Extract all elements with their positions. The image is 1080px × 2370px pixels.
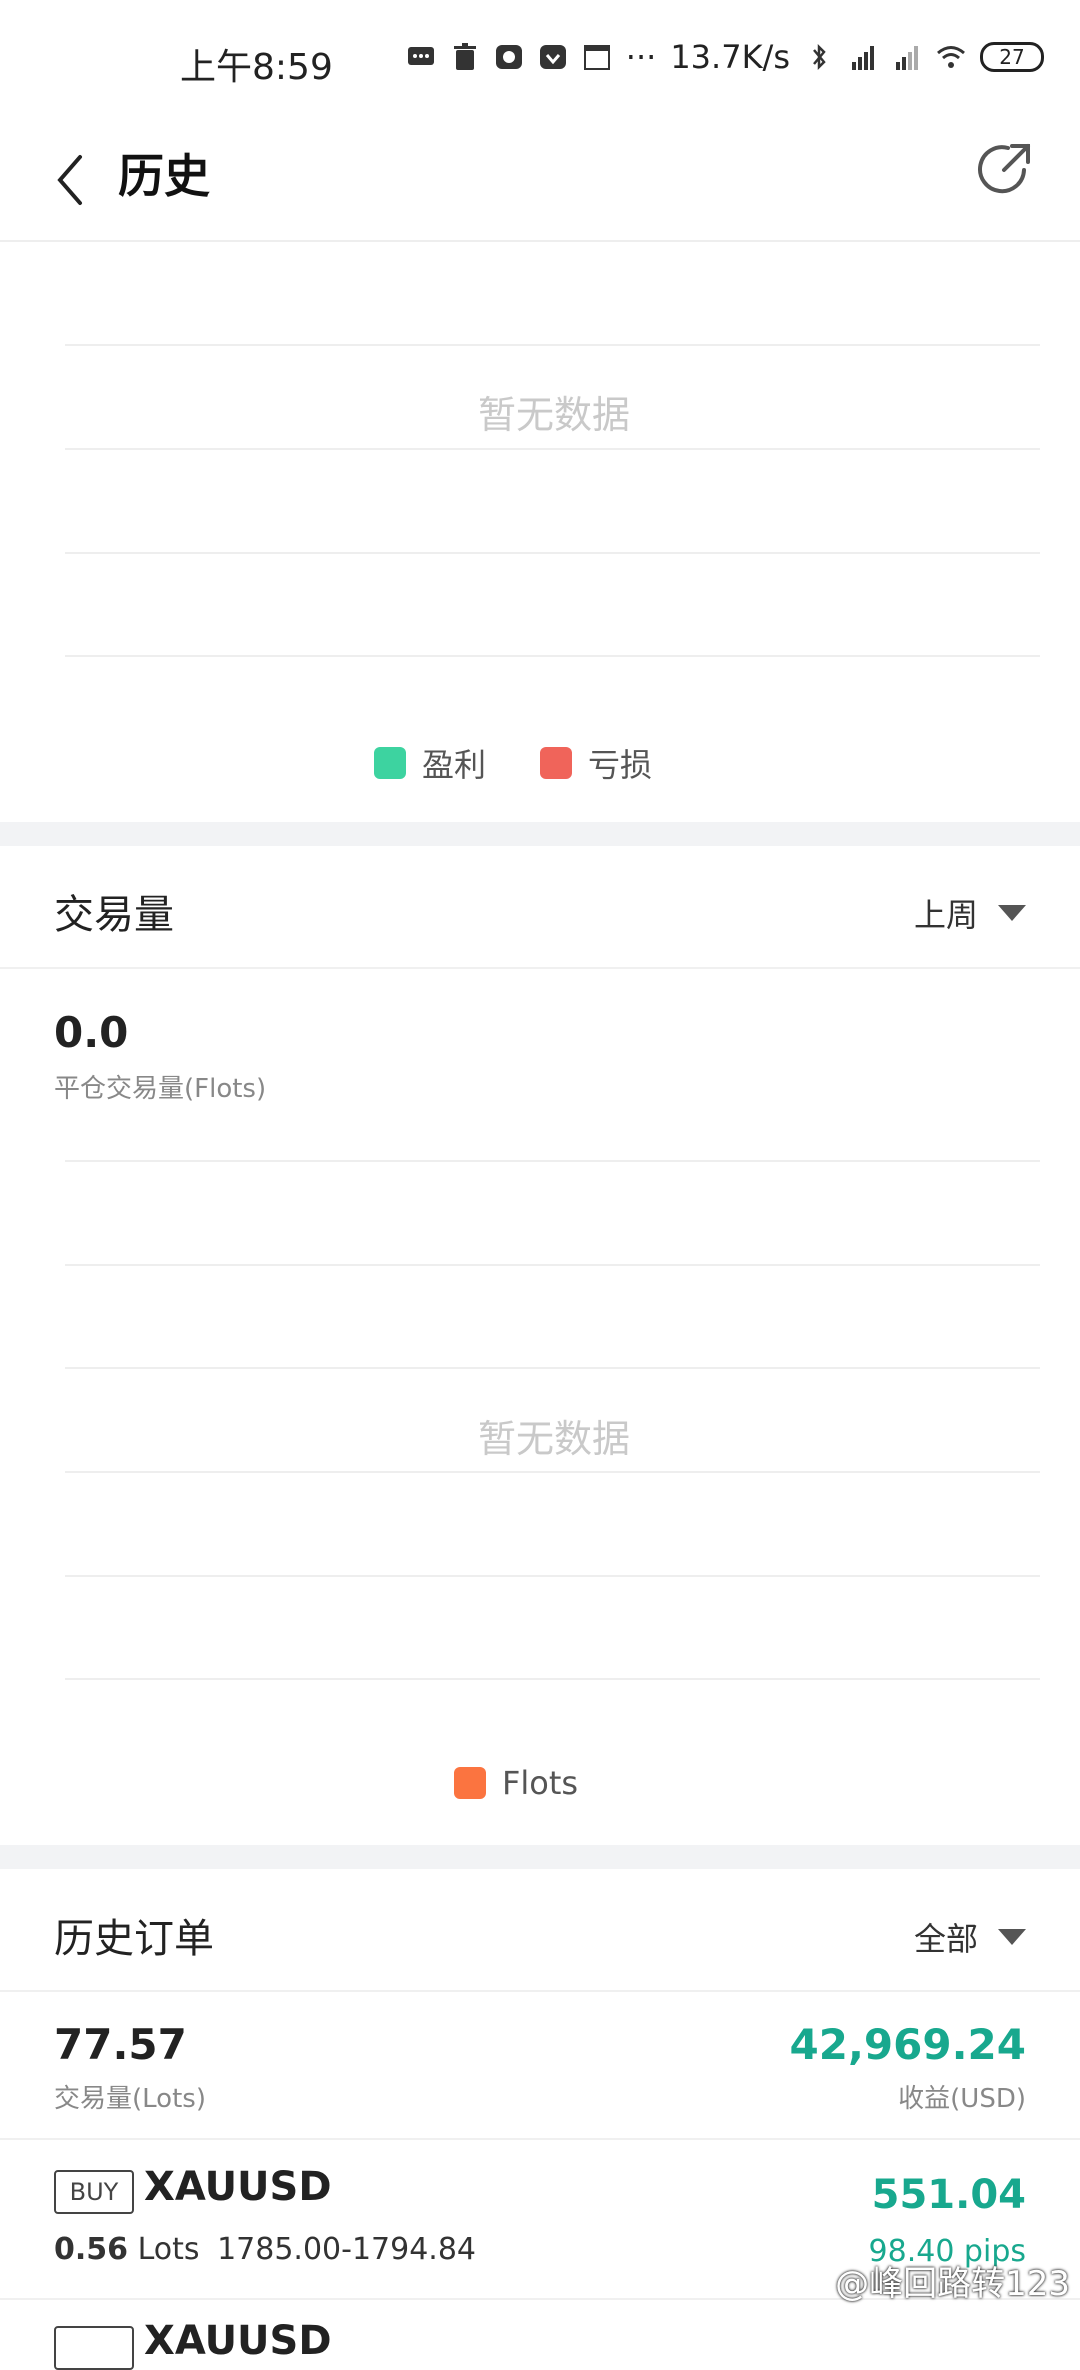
grid-line — [65, 1264, 1040, 1266]
side-badge — [54, 2326, 134, 2370]
legend-swatch — [374, 747, 406, 779]
app-icon — [539, 45, 566, 69]
period-label: 上周 — [913, 896, 978, 934]
trash-icon — [453, 43, 476, 70]
app-header: 历史 — [0, 120, 1080, 242]
grid-line — [65, 1471, 1040, 1473]
watermark: @峰回路转123 — [835, 2264, 1070, 2304]
signal-icon — [896, 46, 918, 70]
legend-label: Flots — [502, 1764, 579, 1802]
grid-line — [65, 1367, 1040, 1369]
total-lots-label: 交易量(Lots) — [54, 2084, 206, 2114]
legend-item-loss: 亏损 — [540, 740, 652, 786]
volume-title: 交易量 — [54, 892, 174, 938]
legend-item-profit: 盈利 — [374, 740, 486, 786]
more-indicator: ··· — [625, 38, 657, 76]
bluetooth-icon — [813, 43, 826, 71]
filter-label: 全部 — [913, 1920, 978, 1958]
page-title: 历史 — [118, 149, 210, 203]
order-filter-dropdown[interactable]: 全部 — [914, 1914, 1026, 1960]
section-divider — [0, 822, 1080, 846]
grid-line — [65, 1160, 1040, 1162]
total-profit-label: 收益(USD) — [898, 2084, 1026, 2114]
order-price-range: 1785.00-1794.84 — [217, 2232, 477, 2267]
grid-line — [65, 1575, 1040, 1577]
calendar-icon — [583, 45, 610, 70]
order-lots-value: 0.56 — [54, 2232, 129, 2267]
app-icon — [495, 45, 522, 69]
status-bar: 上午8:59 ··· 13.7K/s 27 — [0, 0, 1080, 120]
grid-line — [65, 655, 1040, 657]
order-lots-unit: Lots — [137, 2232, 200, 2267]
divider — [0, 1990, 1080, 1992]
empty-state-text: 暂无数据 — [477, 393, 630, 437]
share-icon[interactable] — [968, 134, 1040, 206]
divider — [0, 2138, 1080, 2140]
total-lots: 77.57 — [54, 2020, 187, 2069]
volume-value-label: 平仓交易量(Flots) — [54, 1074, 267, 1104]
dropdown-arrow-icon — [998, 1929, 1026, 1945]
legend-label: 亏损 — [588, 746, 653, 784]
section-divider — [0, 1845, 1080, 1869]
divider — [0, 967, 1080, 969]
message-icon — [407, 47, 434, 65]
grid-line — [65, 448, 1040, 450]
grid-line — [65, 552, 1040, 554]
battery-icon: 27 — [980, 42, 1044, 72]
signal-icon — [852, 46, 874, 70]
grid-line — [65, 1678, 1040, 1680]
order-symbol: XAUUSD — [144, 2164, 332, 2210]
dropdown-arrow-icon — [998, 905, 1026, 921]
order-profit: 551.04 — [871, 2172, 1026, 2218]
side-badge: BUY — [54, 2170, 134, 2214]
volume-value: 0.0 — [54, 1008, 129, 1057]
legend-item-flots: Flots — [454, 1764, 578, 1802]
legend-label: 盈利 — [422, 746, 487, 784]
status-icons: ··· 13.7K/s 27 — [406, 38, 1044, 76]
back-arrow-icon[interactable] — [50, 145, 110, 215]
order-details: 0.56 Lots 1785.00-1794.84 — [54, 2232, 476, 2267]
orders-title: 历史订单 — [54, 1916, 214, 1962]
legend-swatch — [454, 1767, 486, 1799]
legend-swatch — [540, 747, 572, 779]
total-profit: 42,969.24 — [789, 2020, 1026, 2069]
status-time: 上午8:59 — [180, 47, 333, 88]
period-dropdown[interactable]: 上周 — [914, 890, 1026, 936]
order-symbol: XAUUSD — [144, 2318, 332, 2364]
grid-line — [65, 344, 1040, 346]
network-speed: 13.7K/s — [670, 38, 790, 76]
empty-state-text: 暂无数据 — [477, 1417, 630, 1461]
wifi-icon — [937, 46, 965, 68]
